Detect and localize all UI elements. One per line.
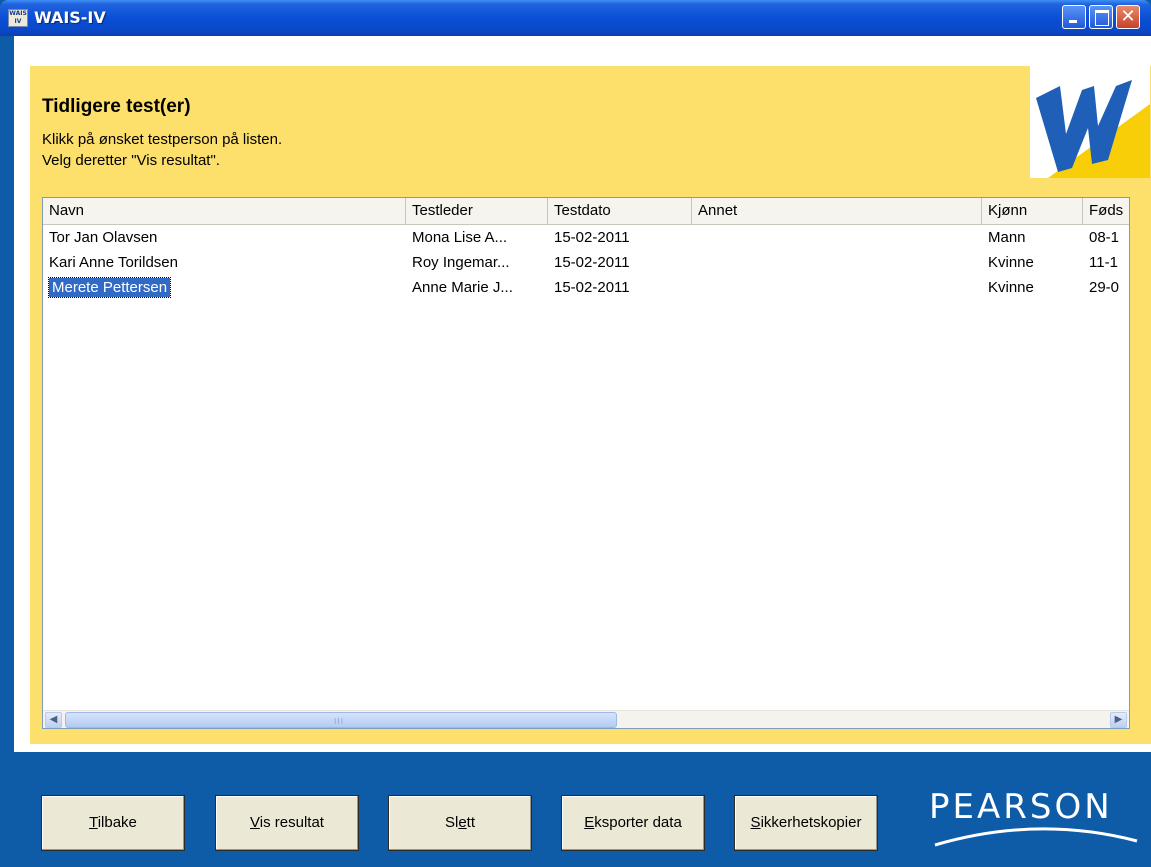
scroll-left-icon[interactable]: ◀: [45, 712, 62, 728]
cell-kjonn: Kvinne: [988, 279, 1034, 296]
wais-logo-icon: [1030, 64, 1150, 178]
horizontal-scrollbar[interactable]: ◀ III ▶: [43, 710, 1129, 728]
cell-navn: Merete Pettersen: [43, 276, 406, 300]
slett-button[interactable]: Slett: [388, 795, 532, 851]
app-icon-text-top: WAIS: [9, 10, 27, 17]
minimize-icon[interactable]: [1062, 5, 1086, 29]
pearson-logo: PEARSON: [897, 787, 1147, 847]
column-header-kjonn[interactable]: Kjønn: [982, 198, 1083, 224]
column-header-annet[interactable]: Annet: [692, 198, 982, 224]
vis-resultat-label: is resultat: [259, 814, 324, 831]
tilbake-label: ilbake: [97, 814, 137, 831]
cell-testleder: Anne Marie J...: [412, 279, 513, 296]
column-header-fods[interactable]: Føds: [1083, 198, 1129, 224]
cell-fods: 11-1: [1089, 254, 1118, 271]
cell-annet: [692, 226, 982, 250]
scroll-right-icon[interactable]: ▶: [1110, 712, 1127, 728]
cell-navn: Tor Jan Olavsen: [49, 229, 158, 246]
cell-testdato: 15-02-2011: [554, 254, 630, 271]
eksporter-data-button[interactable]: Eksporter data: [561, 795, 705, 851]
instruction-line-2: Velg deretter "Vis resultat".: [42, 152, 220, 169]
cell-annet: [692, 276, 982, 300]
vis-resultat-button[interactable]: Vis resultat: [215, 795, 359, 851]
eksporter-label: ksporter data: [594, 814, 682, 831]
app-icon-text-bottom: IV: [14, 18, 22, 25]
cell-kjonn: Kvinne: [988, 254, 1034, 271]
sikkerhetskopier-button[interactable]: Sikkerhetskopier: [734, 795, 878, 851]
pearson-swoosh-icon: [934, 827, 1138, 847]
cell-fods: 29-0: [1089, 279, 1120, 296]
list-row[interactable]: Tor Jan Olavsen Mona Lise A... 15-02-201…: [43, 226, 1129, 250]
vis-resultat-mnemonic: V: [250, 814, 260, 831]
selected-name-text: Merete Pettersen: [47, 277, 172, 298]
title-bar[interactable]: WAIS IV WAIS-IV ✕: [0, 0, 1151, 36]
instruction-line-1: Klikk på ønsket testperson på listen.: [42, 131, 283, 148]
close-icon[interactable]: ✕: [1116, 5, 1140, 29]
cell-testdato: 15-02-2011: [554, 229, 630, 246]
cell-fods: 08-1: [1089, 229, 1120, 246]
cell-testleder: Roy Ingemar...: [412, 254, 510, 271]
scrollbar-grip: III: [334, 717, 345, 726]
column-header-testleder[interactable]: Testleder: [406, 198, 548, 224]
column-header-testdato[interactable]: Testdato: [548, 198, 692, 224]
sikkerhet-mnemonic: S: [750, 814, 761, 831]
list-row[interactable]: Kari Anne Torildsen Roy Ingemar... 15-02…: [43, 251, 1129, 275]
cell-annet: [692, 251, 982, 275]
tilbake-mnemonic: T: [89, 814, 98, 831]
slett-mnemonic: e: [458, 814, 467, 831]
slett-label-rest: tt: [466, 814, 476, 831]
cell-navn: Kari Anne Torildsen: [49, 254, 178, 271]
app-icon: WAIS IV: [8, 9, 28, 27]
list-row-selected[interactable]: Merete Pettersen Anne Marie J... 15-02-2…: [43, 276, 1129, 300]
tilbake-button[interactable]: Tilbake: [41, 795, 185, 851]
column-header-navn[interactable]: Navn: [43, 198, 406, 224]
list-header: Navn Testleder Testdato Annet Kjønn Føds: [43, 198, 1129, 225]
test-list[interactable]: Navn Testleder Testdato Annet Kjønn Føds…: [42, 197, 1130, 729]
scrollbar-thumb[interactable]: III: [65, 712, 617, 728]
page-title: Tidligere test(er): [42, 96, 191, 117]
window-title: WAIS-IV: [34, 8, 106, 27]
eksporter-mnemonic: E: [584, 814, 595, 831]
cell-testdato: 15-02-2011: [554, 279, 630, 296]
cell-testleder: Mona Lise A...: [412, 229, 508, 246]
sikkerhet-label: ikkerhetskopier: [760, 814, 862, 831]
cell-kjonn: Mann: [988, 229, 1026, 246]
slett-label-pre: Sl: [444, 814, 459, 831]
maximize-icon[interactable]: [1089, 5, 1113, 29]
